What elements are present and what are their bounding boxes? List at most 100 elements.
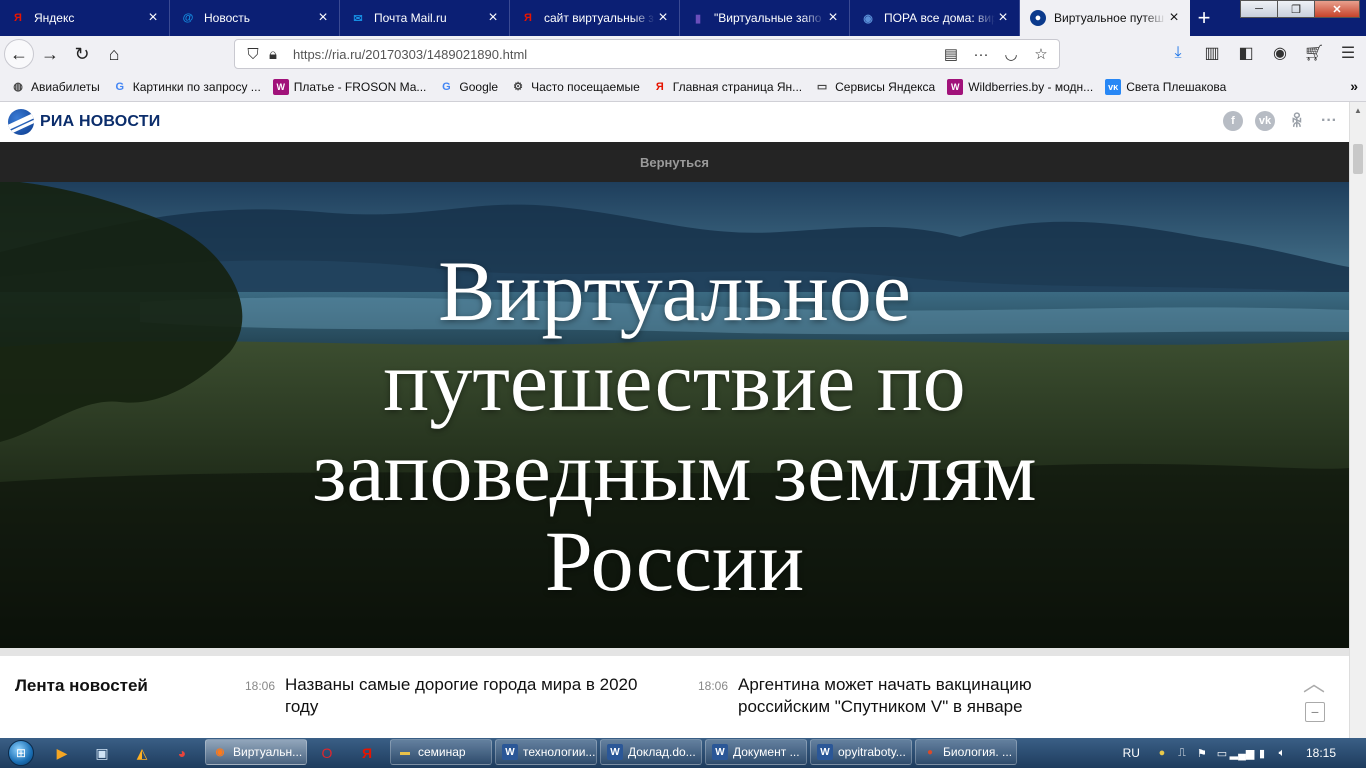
- browser-tab[interactable]: @ Новость ×: [170, 0, 340, 36]
- library-icon[interactable]: ▥: [1198, 38, 1226, 68]
- scroll-up-icon[interactable]: ▲: [1350, 102, 1366, 118]
- close-icon[interactable]: ×: [145, 10, 161, 26]
- news-headline[interactable]: Названы самые дорогие города мира в 2020…: [285, 674, 665, 718]
- taskbar-task[interactable]: W Доклад.do...: [600, 739, 702, 765]
- news-feed-heading[interactable]: Лента новостей: [15, 676, 148, 696]
- yandex-browser-icon[interactable]: Я: [347, 739, 387, 767]
- toolbar-right: ⤓ ▥ ◧ ◉ 🛒︎ ☰: [1164, 38, 1362, 68]
- bookmark-item[interactable]: W Wildberries.by - модн...: [947, 78, 1093, 95]
- taskbar-task[interactable]: W Документ ...: [705, 739, 807, 765]
- bookmark-item[interactable]: ᴠᴋ Света Плешакова: [1105, 78, 1226, 95]
- wildberries-icon: W: [272, 78, 289, 95]
- browser-tab-strip: Я Яндекс × @ Новость × ✉ Почта Mail.ru × Ясайт ви…: [0, 0, 1366, 36]
- url-bar[interactable]: ⛉ 🔒︎ https://ria.ru/20170303/1489021890.…: [234, 39, 1060, 69]
- bookmarks-toolbar: ◍ Авиабилеты G Картинки по запросу ... W Плат…: [0, 72, 1366, 102]
- language-indicator[interactable]: RU: [1123, 746, 1140, 760]
- taskbar-task[interactable]: Wтехнологии...: [495, 739, 597, 765]
- taskbar-task[interactable]: ▬ семинар: [390, 739, 492, 765]
- yandex-icon: Я: [524, 12, 532, 24]
- chevron-double-right-icon[interactable]: »: [1350, 78, 1358, 94]
- minimize-button[interactable]: ─: [1240, 0, 1278, 18]
- browser-tab[interactable]: Я Яндекс ×: [0, 0, 170, 36]
- home-button[interactable]: ⌂: [98, 38, 130, 70]
- browser-tab[interactable]: Ясайт виртуальные з ×: [510, 0, 680, 36]
- close-icon[interactable]: ×: [1166, 10, 1182, 26]
- bookmark-item[interactable]: W Платье - FROSON Ма...: [272, 78, 426, 95]
- app-launcher-icon[interactable]: ◭: [122, 739, 162, 767]
- odnoklassniki-icon[interactable]: ꆜ: [1287, 111, 1307, 131]
- close-icon[interactable]: ×: [485, 10, 501, 26]
- url-text[interactable]: https://ria.ru/20170303/1489021890.html: [293, 47, 527, 62]
- news-item[interactable]: 18:06 Аргентина может начать вакцинацию …: [698, 674, 1118, 718]
- taskbar-task[interactable]: ● Биология. ...: [915, 739, 1017, 765]
- bookmark-item[interactable]: ▭ Сервисы Яндекса: [814, 79, 935, 95]
- chevron-up-icon[interactable]: ︿: [1301, 671, 1327, 696]
- menu-icon[interactable]: ☰: [1334, 38, 1362, 68]
- maximize-button[interactable]: ❐: [1277, 0, 1315, 18]
- start-button[interactable]: ⊞: [0, 738, 42, 768]
- window-switch-icon[interactable]: ▣: [82, 739, 122, 767]
- minimize-icon[interactable]: −: [1305, 702, 1325, 722]
- opera-icon[interactable]: O: [307, 739, 347, 767]
- close-window-button[interactable]: ✕: [1314, 0, 1360, 18]
- site-logo[interactable]: РИА НОВОСТИ: [8, 109, 160, 135]
- back-link[interactable]: Вернуться: [640, 155, 709, 170]
- volume-icon[interactable]: 🔈︎: [1272, 743, 1292, 763]
- facebook-icon[interactable]: f: [1223, 111, 1243, 131]
- bookmark-item[interactable]: G Картинки по запросу ...: [112, 79, 260, 95]
- bookmark-item[interactable]: Я Главная страница Ян...: [652, 79, 802, 95]
- taskbar-task[interactable]: ◉ Виртуальн...: [205, 739, 307, 765]
- reader-view-icon[interactable]: ▤: [941, 44, 961, 64]
- scrollbar-thumb[interactable]: [1353, 144, 1363, 174]
- lock-icon[interactable]: 🔒︎: [263, 44, 283, 64]
- browser-tab[interactable]: ✉ Почта Mail.ru ×: [340, 0, 510, 36]
- tray-app-icon[interactable]: ●: [1152, 743, 1172, 763]
- media-player-icon[interactable]: ▶: [42, 739, 82, 767]
- close-icon[interactable]: ×: [315, 10, 331, 26]
- bookmark-item[interactable]: ◍ Авиабилеты: [10, 79, 100, 95]
- page-scrollbar[interactable]: ▲: [1349, 102, 1366, 738]
- shield-icon[interactable]: ⛉: [243, 44, 263, 64]
- bookmark-item[interactable]: G Google: [438, 79, 498, 95]
- word-icon: W: [817, 744, 833, 760]
- bookmark-star-icon[interactable]: ☆: [1031, 44, 1051, 64]
- bookmarks-list: ◍ Авиабилеты G Картинки по запросу ... W Плат…: [10, 78, 1238, 95]
- bookmark-item[interactable]: ⚙ Часто посещаемые: [510, 79, 640, 95]
- browser-tab[interactable]: ● Виртуальное путеш ×: [1020, 0, 1190, 36]
- taskbar-tasks: ◉ Виртуальн... O Я ▬ семинар Wтехнологии... W До…: [202, 739, 1017, 767]
- reload-button[interactable]: ↻: [66, 38, 98, 70]
- cart-icon[interactable]: 🛒︎: [1300, 38, 1328, 68]
- windows-logo-icon: ⊞: [8, 740, 34, 766]
- download-icon[interactable]: ⤓: [1164, 38, 1192, 68]
- logo-text: РИА НОВОСТИ: [40, 113, 161, 130]
- bookmark-label: Google: [459, 79, 499, 94]
- forward-button[interactable]: →: [34, 38, 66, 70]
- bookmark-label: Часто посещаемые: [531, 79, 640, 94]
- apple-icon: ●: [926, 746, 934, 758]
- back-button[interactable]: ←: [4, 39, 34, 69]
- more-dots-icon[interactable]: ···: [1319, 111, 1339, 131]
- clock[interactable]: 18:15: [1306, 746, 1336, 760]
- pocket-icon[interactable]: ◡: [1001, 44, 1021, 64]
- more-actions-icon[interactable]: ···: [971, 44, 991, 64]
- new-tab-button[interactable]: +: [1190, 4, 1218, 32]
- sidebar-icon[interactable]: ◧: [1232, 38, 1260, 68]
- taskbar-task[interactable]: Wopyitraboty...: [810, 739, 912, 765]
- account-icon[interactable]: ◉: [1266, 38, 1294, 68]
- close-icon[interactable]: ×: [655, 10, 671, 26]
- close-icon[interactable]: ×: [995, 10, 1011, 26]
- vk-icon[interactable]: vk: [1255, 111, 1275, 131]
- browser-tab[interactable]: ◉ ПОРА все дома: вир ×: [850, 0, 1020, 36]
- news-item[interactable]: 18:06 Названы самые дорогие города мира …: [245, 674, 665, 718]
- browser-tab[interactable]: ▮ "Виртуальные запо ×: [680, 0, 850, 36]
- chrome-icon[interactable]: ◕: [162, 739, 202, 767]
- news-headline[interactable]: Аргентина может начать вакцинацию россий…: [738, 674, 1118, 718]
- battery-icon[interactable]: ▮: [1252, 743, 1272, 763]
- tab-title: Яндекс: [34, 11, 75, 25]
- usb-icon[interactable]: ⎍: [1172, 743, 1192, 763]
- close-icon[interactable]: ×: [825, 10, 841, 26]
- page-content: РИА НОВОСТИ f vk ꆜ ··· Вернуться Виртуал…: [0, 102, 1349, 738]
- flag-icon[interactable]: ⚑: [1192, 743, 1212, 763]
- news-time: 18:06: [698, 679, 729, 693]
- network-signal-icon[interactable]: ▂▄▆: [1230, 743, 1255, 763]
